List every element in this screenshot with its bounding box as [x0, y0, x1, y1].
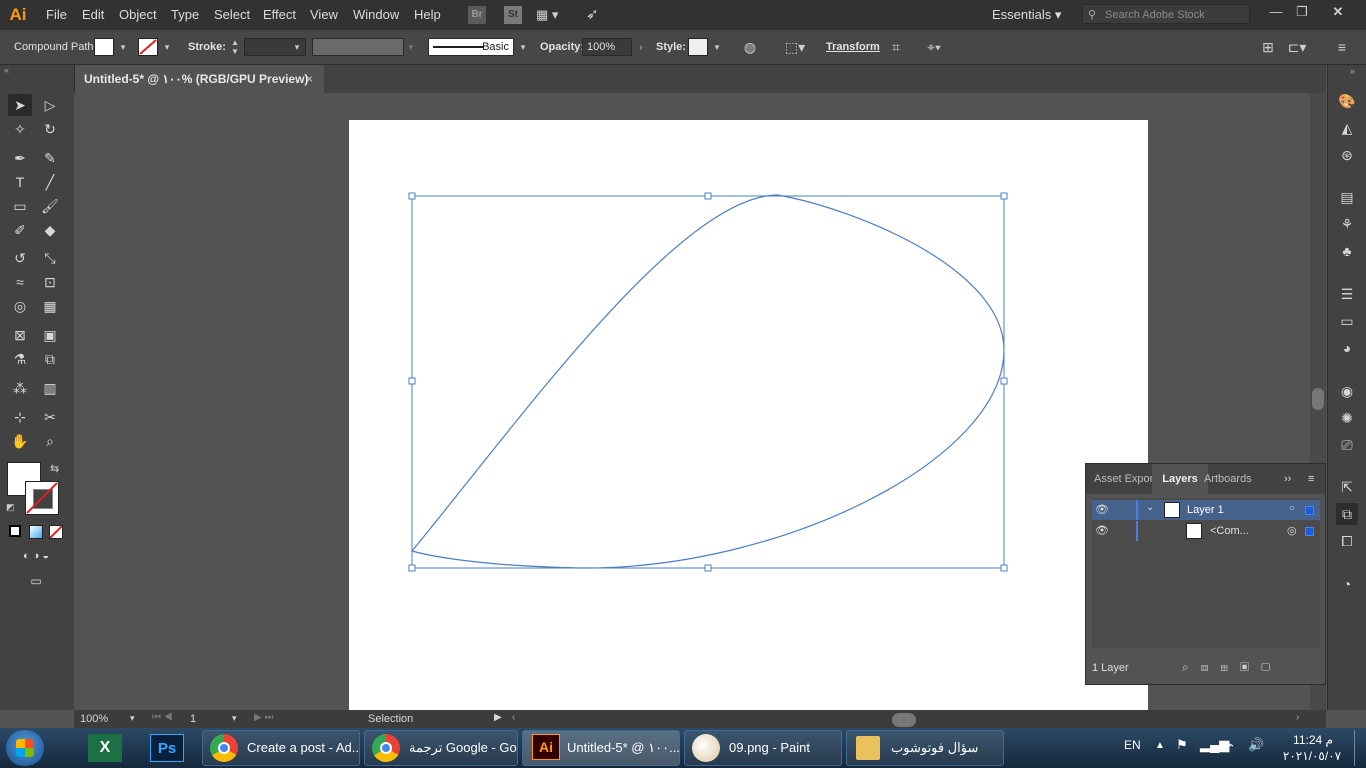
clock-time[interactable]: 11:24 م	[1282, 733, 1344, 747]
photoshop-taskbar-icon[interactable]: Ps	[150, 734, 184, 762]
chrome-icon	[372, 734, 400, 762]
taskbar-label: 09.png - Paint	[729, 740, 810, 755]
panel-expand-icon[interactable]: ››	[1284, 464, 1291, 494]
visibility-eye-icon[interactable]: 👁	[1095, 524, 1109, 537]
swatches-panel-icon[interactable]: ▤	[1336, 186, 1358, 208]
status-menu-arrow[interactable]: ▶	[494, 712, 502, 723]
layer-count: 1 Layer	[1092, 662, 1129, 674]
input-language[interactable]: EN	[1124, 738, 1141, 752]
horizontal-scroll-thumb[interactable]	[892, 713, 916, 727]
layers-panel-icon[interactable]: ⧉	[1336, 503, 1358, 525]
layer-name[interactable]: Layer 1	[1187, 504, 1224, 516]
tab-layers[interactable]: Layers	[1152, 464, 1208, 494]
cc-libraries-icon[interactable]: ⊛	[1336, 144, 1358, 166]
stroke-panel-icon[interactable]: ☰	[1336, 283, 1358, 305]
start-button[interactable]	[6, 730, 44, 766]
show-desktop-button[interactable]	[1354, 730, 1365, 766]
layer-color-bar	[1136, 500, 1138, 520]
visibility-eye-icon[interactable]: 👁	[1095, 503, 1109, 516]
links-panel-icon[interactable]: ◔	[1336, 573, 1358, 595]
color-panel-icon[interactable]: 🎨	[1336, 90, 1358, 112]
symbols-panel-icon[interactable]: ♣	[1336, 240, 1358, 262]
bounding-box-handles	[408, 192, 1008, 572]
target-icon[interactable]: ○	[1289, 503, 1295, 514]
panel-menu-icon[interactable]: ≡	[1308, 464, 1314, 494]
brushes-panel-icon[interactable]: ⚘	[1336, 213, 1358, 235]
last-artboard-icon[interactable]: ▶ ⏭	[254, 712, 273, 723]
paint-palette-icon	[692, 734, 720, 762]
action-center-flag-icon[interactable]: ⚑	[1176, 737, 1188, 753]
windows-logo-icon	[16, 739, 34, 757]
sublayer-row[interactable]: 👁 <Com... ◎	[1092, 521, 1320, 541]
tab-asset-export[interactable]: Asset Expor	[1094, 464, 1153, 494]
network-signal-icon[interactable]: ▂▄▆	[1200, 737, 1229, 753]
chrome-icon	[210, 734, 238, 762]
show-hidden-icons[interactable]: ▲	[1155, 740, 1165, 751]
folder-icon	[856, 736, 880, 760]
compound-path-shape	[410, 194, 1005, 569]
zoom-dropdown-icon[interactable]: ▾	[130, 713, 135, 724]
zoom-level[interactable]: 100%	[80, 713, 108, 725]
artboard-dropdown-icon[interactable]: ▾	[232, 713, 237, 724]
image-trace-icon[interactable]: ⎚	[1336, 434, 1358, 456]
taskbar-label: Untitled-5* @ ١٠٠...	[567, 740, 680, 755]
excel-taskbar-icon[interactable]: X	[88, 734, 122, 762]
layer-color-bar	[1136, 521, 1138, 541]
power-icon[interactable]: ⌁	[1226, 737, 1234, 753]
transparency-panel-icon[interactable]: ◕	[1336, 337, 1358, 359]
tab-artboards[interactable]: Artboards	[1204, 464, 1252, 494]
scroll-left-icon[interactable]: ‹	[512, 712, 515, 723]
layer-thumbnail	[1164, 502, 1180, 518]
export-assets-icon[interactable]: ⇱	[1336, 476, 1358, 498]
current-tool-label: Selection	[368, 713, 414, 725]
artboards-panel-icon[interactable]: ⧠	[1336, 530, 1358, 552]
chevron-down-icon[interactable]: ⌄	[1146, 502, 1154, 513]
taskbar-label: ترجمة Google - Go...	[409, 740, 517, 755]
object-name[interactable]: <Com...	[1210, 525, 1249, 537]
selection-indicator[interactable]	[1305, 527, 1314, 536]
vertical-scroll-thumb[interactable]	[1312, 388, 1324, 410]
taskbar-label: سؤال فوتوشوب	[891, 740, 979, 755]
color-guide-icon[interactable]: ◭	[1336, 117, 1358, 139]
appearance-panel-icon[interactable]: ◉	[1336, 380, 1358, 402]
layers-panel: Asset Expor Layers Artboards ›› ≡ 👁 ⌄ La…	[1085, 463, 1326, 685]
artboard-number[interactable]: 1	[190, 713, 196, 725]
first-artboard-icon[interactable]: ⏮ ◀	[152, 712, 173, 723]
illustrator-icon: Ai	[532, 734, 560, 760]
target-selected-icon[interactable]: ◎	[1287, 524, 1297, 537]
graphic-styles-icon[interactable]: ✺	[1336, 407, 1358, 429]
layers-footer-actions[interactable]: ⌕⧈⊞▣▢	[1182, 660, 1282, 675]
taskbar-label: Create a post - Ad...	[247, 740, 360, 755]
layer-row[interactable]: 👁 ⌄ Layer 1 ○	[1092, 500, 1320, 520]
gradient-panel-icon[interactable]: ▭	[1336, 310, 1358, 332]
volume-icon[interactable]: 🔊	[1248, 737, 1264, 753]
scroll-right-icon[interactable]: ›	[1296, 712, 1299, 723]
expand-dock-icon[interactable]: »	[1350, 66, 1355, 76]
object-thumbnail	[1186, 523, 1202, 539]
selection-indicator[interactable]	[1305, 506, 1314, 515]
clock-date[interactable]: ٢٠٢١/٠٥/٠٧	[1278, 749, 1346, 763]
status-bar: 100% ▾ ⏮ ◀ 1 ▾ ▶ ⏭ Selection ▶ ‹ ›	[74, 710, 1326, 730]
bounding-box	[411, 195, 1005, 569]
